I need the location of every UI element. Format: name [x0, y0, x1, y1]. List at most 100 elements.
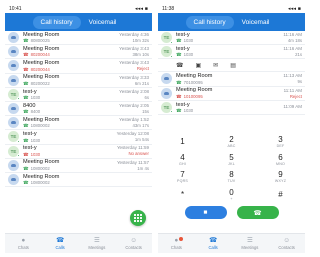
calls-icon: ☎: [209, 237, 218, 244]
keypad-key-1[interactable]: 1: [158, 133, 207, 151]
key-letters: +: [230, 196, 233, 201]
call-duration: 15s: [142, 108, 149, 114]
call-history-row[interactable]: Meeting Room ☎ 80200044 Yesterday 3:43 Rejec…: [5, 59, 152, 74]
call-history-row[interactable]: Meeting Room ☎ 10800002 Yesterday 11:57 1m 4…: [5, 159, 152, 173]
call-history-row[interactable]: TE test-y ☎ 1030 11:16 AM 4m 18s: [158, 31, 305, 46]
nav-item-contacts[interactable]: ☺ Contacts: [272, 237, 302, 250]
notification-badge: [179, 237, 184, 241]
keypad-key-9[interactable]: 9 WXYZ: [256, 168, 305, 186]
status-time: 10:41: [9, 5, 22, 12]
key-letters: TUV: [227, 179, 236, 184]
key-digit: 9: [278, 170, 283, 180]
call-history-row[interactable]: Meeting Room ☎ 80200022 Yesterday 3:33 6m 21…: [5, 74, 152, 88]
call-direction-icon: ☎: [23, 94, 29, 100]
call-history-row[interactable]: TE test-y ☎ 1030 11:16 AM 21s: [158, 45, 305, 60]
key-letters: JKL: [228, 161, 235, 166]
key-digit: 5: [229, 152, 234, 162]
meetings-icon: ☰: [246, 237, 253, 244]
caller-number-line: ☎ 80800025: [23, 38, 119, 43]
call-history-row[interactable]: Meeting Room ☎ 10800002 Yesterday 1:52 43m 1…: [5, 116, 152, 131]
call-history-row[interactable]: TE test-y ☎ 1030 11:09 AM: [158, 101, 305, 115]
call-direction-icon: ☎: [23, 109, 29, 115]
call-history-row[interactable]: 8400 ☎ 8400 Yesterday 2:05 15s: [5, 102, 152, 117]
caller-number: 8400: [30, 109, 41, 115]
meeting-room-avatar: [8, 173, 19, 185]
nav-item-chats[interactable]: ● Chats: [161, 237, 191, 250]
call-history-row[interactable]: Meeting Room ☎ 70100095 11:13 AM 9s: [158, 72, 305, 87]
call-direction-icon: ☎: [176, 52, 182, 58]
avatar-initials: TE: [163, 35, 170, 41]
call-meta: Yesterday 12:08 1m 54s: [117, 131, 149, 142]
tab-call-history[interactable]: Call history: [32, 15, 81, 29]
nav-item-chats[interactable]: ● Chats: [8, 237, 38, 250]
video-call-button[interactable]: ■: [184, 206, 227, 219]
meeting-room-avatar: [8, 159, 19, 171]
video-action-icon[interactable]: ▣: [195, 62, 201, 69]
details-action-icon[interactable]: ▤: [230, 62, 236, 69]
avatar-initials: TE: [163, 49, 170, 55]
caller-number: 80200044: [30, 66, 50, 72]
call-direction-icon: ☎: [23, 137, 29, 143]
nav-item-contacts[interactable]: ☺ Contacts: [119, 237, 149, 250]
keypad-key-3[interactable]: 3 DEF: [256, 133, 305, 151]
key-digit: 6: [278, 152, 283, 162]
call-history-row[interactable]: Meeting Room ☎ 80800025 Yesterday 4:36 10m 3…: [5, 31, 152, 46]
nav-item-meetings[interactable]: ☰ Meetings: [82, 237, 112, 250]
call-time: 11:11 AM: [283, 87, 302, 93]
keypad-key-2[interactable]: 2 ABC: [207, 133, 256, 151]
caller-number-line: ☎ 1030: [176, 108, 283, 113]
call-info: Meeting Room ☎ 70100095: [176, 73, 283, 85]
tab-voicemail[interactable]: Voicemail: [234, 16, 278, 29]
key-digit: 1: [180, 137, 185, 147]
row-actions: ☎ ▣ ✉ ▤: [158, 59, 305, 73]
call-duration: No answer: [128, 151, 149, 157]
call-history-row[interactable]: TE test-y ☎ 1030 Yesterday 11:59 No answer: [5, 145, 152, 159]
call-history-row[interactable]: Meeting Room ☎ 10100095 11:11 AM Reject: [158, 87, 305, 101]
call-info: test-y ☎ 1030: [176, 102, 283, 114]
call-info: test-y ☎ 1030: [23, 89, 119, 101]
keypad-key-star[interactable]: *: [158, 186, 207, 204]
keypad-key-8[interactable]: 8 TUV: [207, 168, 256, 186]
caller-number-line: ☎ 80200044: [23, 67, 119, 72]
nav-item-calls[interactable]: ☎ Calls: [198, 237, 228, 250]
nav-label: Contacts: [278, 245, 295, 250]
caller-number: 10800002: [30, 123, 50, 129]
key-letters: PQRS: [177, 179, 188, 184]
call-history-row[interactable]: Meeting Room ☎ 10800002: [5, 173, 152, 188]
call-history-row[interactable]: TE test-y ☎ 1030 Yesterday 12:08 1m 54s: [5, 130, 152, 145]
nav-label: Contacts: [125, 245, 142, 250]
tab-voicemail[interactable]: Voicemail: [81, 16, 125, 29]
keypad-key-4[interactable]: 4 GHI: [158, 151, 207, 169]
keypad-key-6[interactable]: 6 MNO: [256, 151, 305, 169]
voice-call-button[interactable]: ☎: [236, 206, 279, 219]
keypad-key-5[interactable]: 5 JKL: [207, 151, 256, 169]
signal-icon: ◂◂◂ ■: [135, 5, 148, 12]
call-info: Meeting Room ☎ 10100095: [176, 87, 284, 99]
call-meta: Yesterday 11:59 No answer: [117, 145, 149, 156]
call-direction-icon: ☎: [23, 38, 29, 44]
chats-icon: ●: [21, 237, 26, 244]
tab-call-history[interactable]: Call history: [185, 15, 234, 29]
avatar-initials: TE: [10, 91, 17, 97]
nav-label: Meetings: [88, 245, 106, 250]
call-info: Meeting Room ☎ 10800002: [23, 117, 119, 129]
dialpad-fab[interactable]: [130, 210, 146, 226]
call-history-row[interactable]: Meeting Room ☎ 80200044 Yesterday 3:43 38m 1…: [5, 45, 152, 60]
keypad-key-7[interactable]: 7 PQRS: [158, 168, 207, 186]
nav-item-meetings[interactable]: ☰ Meetings: [235, 237, 265, 250]
call-buttons: ■ ☎: [158, 206, 305, 220]
dial-keypad: 1 2 ABC 3 DEF 4 GHI 5 JKL 6 MNO 7 PQRS 8 TUV 9 WXYZ * 0 + #: [158, 133, 305, 204]
caller-number: 1030: [183, 107, 194, 113]
meeting-room-avatar: [8, 60, 19, 72]
nav-label: Calls: [55, 245, 65, 250]
caller-number: 1030: [30, 151, 41, 157]
message-action-icon[interactable]: ✉: [213, 62, 218, 69]
caller-number: 10100095: [183, 93, 203, 99]
call-action-icon[interactable]: ☎: [176, 62, 183, 69]
keypad-key-hash[interactable]: #: [256, 186, 305, 204]
nav-item-calls[interactable]: ☎ Calls: [45, 237, 75, 250]
call-info: test-y ☎ 1030: [176, 32, 283, 44]
call-history-row[interactable]: TE test-y ☎ 1030 Yesterday 2:08 6s: [5, 88, 152, 102]
key-digit: 8: [229, 170, 234, 180]
keypad-key-0[interactable]: 0 +: [207, 186, 256, 204]
